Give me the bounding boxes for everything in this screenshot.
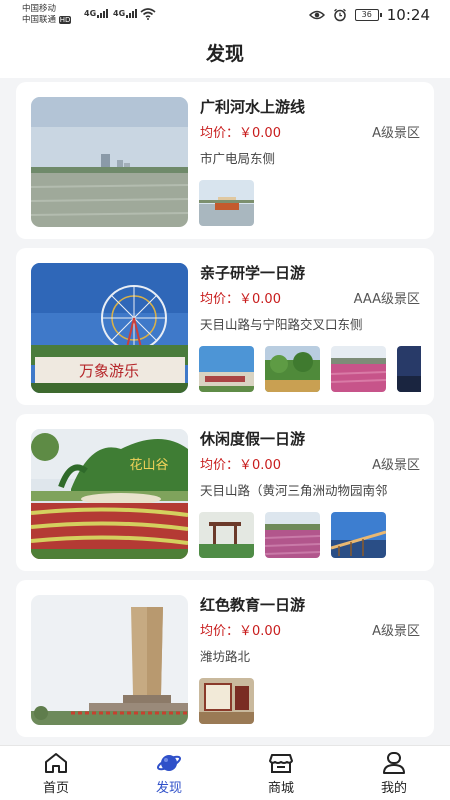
card-address: 潍坊路北 <box>200 649 251 664</box>
thumbnail-row <box>199 512 421 560</box>
thumbnail-row <box>199 180 421 228</box>
carrier-1: 中国移动 <box>22 4 57 14</box>
price-label: 均价： <box>200 458 240 473</box>
thumbnail-night[interactable] <box>397 346 421 392</box>
card-image-amusement: 万象游乐 <box>31 263 188 393</box>
thumbnail-boardwalk[interactable] <box>331 512 386 558</box>
alarm-icon <box>333 8 346 22</box>
signal-2-icon: 4G <box>113 9 138 18</box>
eye-icon <box>308 10 325 20</box>
card-image-sign: 万象游乐 <box>79 362 139 380</box>
attraction-list[interactable]: 广利河水上游线 均价：￥0.00 A级景区 市广电局东侧 万象游乐 亲子研学一日… <box>0 78 450 745</box>
card-image-flower-valley: 花山谷 <box>31 429 188 559</box>
price-row: 均价：￥0.00 AAA级景区 <box>200 288 420 308</box>
card-address: 天目山路（黄河三角洲动物园南邻 <box>200 483 388 498</box>
thumbnail-boat[interactable] <box>199 180 254 226</box>
card-title: 广利河水上游线 <box>200 98 306 116</box>
price-row: 均价：￥0.00 A级景区 <box>200 620 420 640</box>
tab-discover[interactable]: 发现 <box>134 751 204 797</box>
tab-shop[interactable]: 商城 <box>246 751 316 797</box>
price-value: ￥0.00 <box>239 292 281 307</box>
price-value: ￥0.00 <box>239 624 281 639</box>
shop-icon <box>269 754 293 773</box>
attraction-card[interactable]: 广利河水上游线 均价：￥0.00 A级景区 市广电局东侧 <box>16 82 434 239</box>
thumbnail-park[interactable] <box>199 346 254 392</box>
tab-label: 我的 <box>380 781 407 796</box>
card-image-sign: 花山谷 <box>129 457 168 473</box>
hd-badge: HD <box>58 16 72 24</box>
user-icon <box>383 752 405 774</box>
thumbnail-lavender[interactable] <box>265 512 320 558</box>
carrier-info: 中国移动 中国联通 HD <box>22 4 72 26</box>
status-bar: 中国移动 中国联通 HD 4G 4G 36 10:24 <box>0 0 450 30</box>
planet-icon <box>156 755 182 771</box>
price-label: 均价： <box>200 292 240 307</box>
thumbnail-flowers[interactable] <box>331 346 386 392</box>
status-time: 10:24 <box>386 6 430 24</box>
card-image-river <box>31 97 188 227</box>
tab-mine[interactable]: 我的 <box>359 751 429 797</box>
card-title: 休闲度假一日游 <box>200 430 306 448</box>
card-address: 天目山路与宁阳路交叉口东侧 <box>200 317 363 332</box>
wifi-icon <box>140 8 156 20</box>
header: 发现 <box>0 30 450 78</box>
carrier-2: 中国联通 HD <box>22 15 72 25</box>
thumbnail-garden[interactable] <box>265 346 320 392</box>
scenic-level: A级景区 <box>372 458 420 473</box>
attraction-card[interactable]: 万象游乐 亲子研学一日游 均价：￥0.00 AAA级景区 天目山路与宁阳路交叉口… <box>16 248 434 405</box>
scenic-level: A级景区 <box>372 624 420 639</box>
home-icon <box>45 753 67 773</box>
signal-1-icon: 4G <box>84 9 109 18</box>
price-value: ￥0.00 <box>239 126 281 141</box>
battery-icon: 36 <box>354 9 382 21</box>
price-label: 均价： <box>200 624 240 639</box>
tab-label: 发现 <box>155 781 182 796</box>
bottom-tab-bar: 首页 发现 商城 我的 <box>0 745 450 800</box>
tab-label: 首页 <box>42 781 69 796</box>
price-label: 均价： <box>200 126 240 141</box>
card-title: 亲子研学一日游 <box>200 264 306 282</box>
attraction-card[interactable]: 花山谷 休闲度假一日游 均价：￥0.00 A级景区 天目山路（黄河三角洲动物园南… <box>16 414 434 571</box>
page-title: 发现 <box>205 43 244 65</box>
scenic-level: A级景区 <box>372 126 420 141</box>
price-row: 均价：￥0.00 A级景区 <box>200 454 420 474</box>
thumbnail-pavilion[interactable] <box>199 512 254 558</box>
tab-home[interactable]: 首页 <box>21 751 91 797</box>
scenic-level: AAA级景区 <box>353 292 420 307</box>
card-title: 红色教育一日游 <box>200 596 306 614</box>
thumbnail-row <box>199 346 421 394</box>
thumbnail-exhibit[interactable] <box>199 678 254 724</box>
attraction-card[interactable]: 红色教育一日游 均价：￥0.00 A级景区 潍坊路北 <box>16 580 434 737</box>
thumbnail-row <box>199 678 421 726</box>
tab-label: 商城 <box>267 781 294 796</box>
card-address: 市广电局东侧 <box>200 151 276 166</box>
price-row: 均价：￥0.00 A级景区 <box>200 122 420 142</box>
price-value: ￥0.00 <box>239 458 281 473</box>
card-image-monument <box>31 595 188 725</box>
